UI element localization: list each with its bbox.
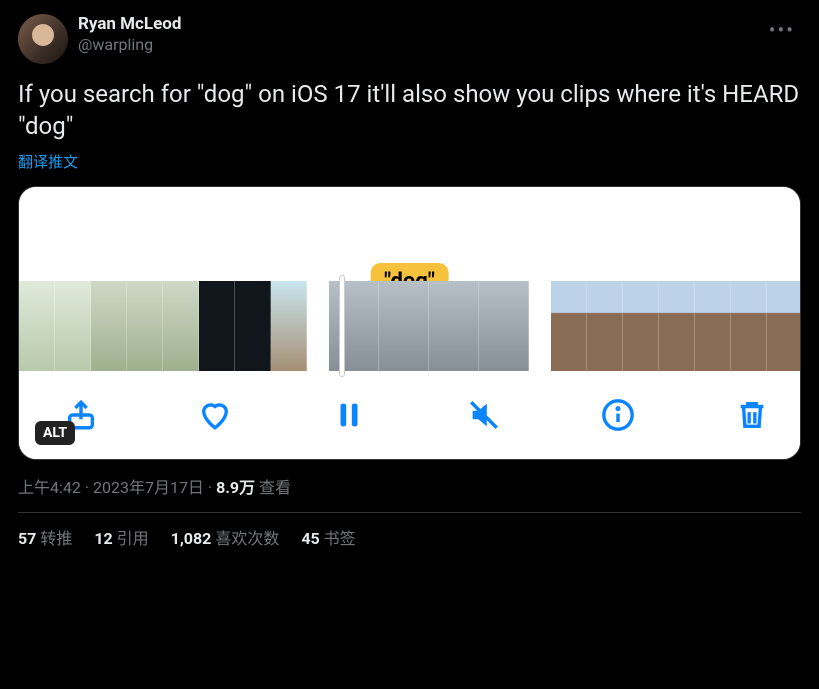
trash-icon <box>735 398 769 432</box>
retweets-stat[interactable]: 57 转推 <box>18 525 72 549</box>
alt-badge[interactable]: ALT <box>35 421 75 445</box>
clip-thumbnail-group[interactable] <box>329 281 529 371</box>
views-label: 查看 <box>259 478 291 497</box>
translate-link[interactable]: 翻译推文 <box>18 151 801 172</box>
clip-thumbnail-group[interactable] <box>551 281 800 371</box>
divider <box>18 512 801 513</box>
info-icon <box>601 398 635 432</box>
tweet-header: Ryan McLeod @warpling ••• <box>18 14 801 64</box>
tweet-meta: 上午4:42 · 2023年7月17日 · 8.9万 查看 <box>18 474 801 498</box>
tweet-stats: 57 转推 12 引用 1,082 喜欢次数 45 书签 <box>18 525 801 549</box>
pause-icon <box>332 398 366 432</box>
info-button[interactable] <box>600 397 636 433</box>
mute-button[interactable] <box>466 397 502 433</box>
delete-button[interactable] <box>734 397 770 433</box>
media-card-top <box>19 187 800 267</box>
media-card[interactable]: "dog" <box>18 186 801 460</box>
heart-icon <box>198 398 232 432</box>
pause-button[interactable] <box>331 397 367 433</box>
more-button[interactable]: ••• <box>763 14 801 46</box>
speaker-muted-icon <box>467 398 501 432</box>
like-button[interactable] <box>197 397 233 433</box>
likes-stat[interactable]: 1,082 喜欢次数 <box>171 525 280 549</box>
tweet-time[interactable]: 上午4:42 <box>18 478 81 497</box>
tweet-text: If you search for "dog" on iOS 17 it'll … <box>18 78 801 143</box>
author-display-name: Ryan McLeod <box>78 14 181 35</box>
author-block[interactable]: Ryan McLeod @warpling <box>78 14 181 55</box>
clip-thumbnail-group[interactable] <box>19 281 307 371</box>
playhead[interactable] <box>339 275 345 377</box>
tweet-container: Ryan McLeod @warpling ••• If you search … <box>0 0 819 559</box>
author-handle: @warpling <box>78 35 181 55</box>
media-toolbar <box>19 377 800 459</box>
tweet-date[interactable]: 2023年7月17日 <box>93 478 204 497</box>
bookmarks-stat[interactable]: 45 书签 <box>301 525 355 549</box>
avatar[interactable] <box>18 14 68 64</box>
quotes-stat[interactable]: 12 引用 <box>94 525 148 549</box>
views-count: 8.9万 <box>216 478 255 497</box>
video-timeline[interactable] <box>19 267 800 377</box>
